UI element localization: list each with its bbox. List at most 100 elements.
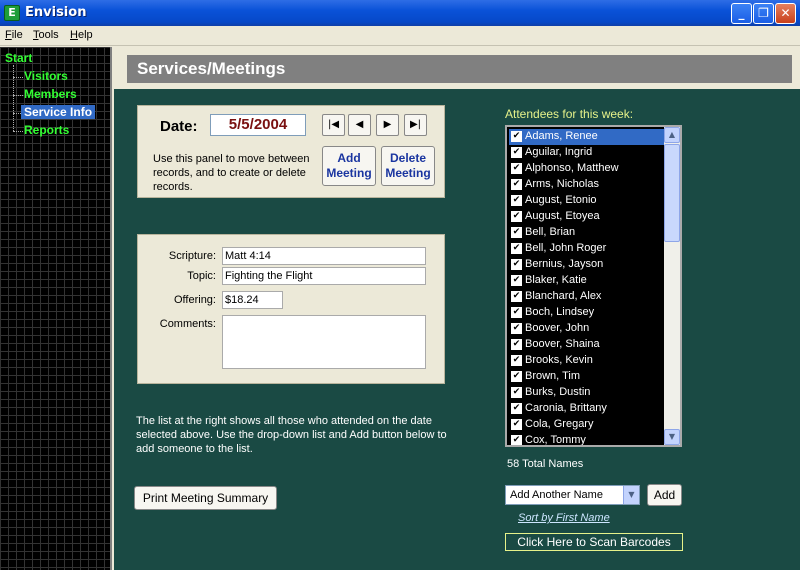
attendee-row[interactable]: ✔ Blaker, Katie <box>509 273 665 289</box>
attendees-label: Attendees for this week: <box>505 107 634 121</box>
sort-by-first-name-link[interactable]: Sort by First Name <box>518 512 610 524</box>
attendee-row[interactable]: ✔ Boch, Lindsey <box>509 305 665 321</box>
main-area: Services/Meetings Date: 5/5/2004 |◀ ◀ ▶ … <box>114 47 800 570</box>
date-field[interactable]: 5/5/2004 <box>210 114 306 136</box>
attendee-row[interactable]: ✔ Boover, Shaina <box>509 337 665 353</box>
print-summary-button[interactable]: Print Meeting Summary <box>134 486 277 510</box>
checkbox-checked-icon[interactable]: ✔ <box>511 131 522 142</box>
menu-tools[interactable]: Tools <box>33 29 59 41</box>
delete-meeting-button[interactable]: Delete Meeting <box>381 146 435 186</box>
scroll-thumb[interactable] <box>664 144 680 242</box>
checkbox-checked-icon[interactable]: ✔ <box>511 339 522 350</box>
attendee-row[interactable]: ✔ Alphonso, Matthew <box>509 161 665 177</box>
attendee-row[interactable]: ✔ Brown, Tim <box>509 369 665 385</box>
attendee-row[interactable]: ✔ Bell, John Roger <box>509 241 665 257</box>
attendee-row[interactable]: ✔ Burks, Dustin <box>509 385 665 401</box>
add-attendee-button[interactable]: Add <box>647 484 682 506</box>
close-button[interactable]: ✕ <box>775 3 796 24</box>
checkbox-checked-icon[interactable]: ✔ <box>511 403 522 414</box>
next-record-button[interactable]: ▶ <box>376 114 399 136</box>
total-names: 58 Total Names <box>507 458 584 470</box>
attendee-row[interactable]: ✔ Boover, John <box>509 321 665 337</box>
nav-item-reports[interactable]: Reports <box>24 123 69 137</box>
topic-field[interactable]: Fighting the Flight <box>222 267 426 285</box>
attendee-row[interactable]: ✔ Cola, Gregary <box>509 417 665 433</box>
attendee-list[interactable]: ✔ Cox, Tommy ✔ Cola, Gregary ✔ Caronia, Britt… <box>505 125 682 447</box>
add-name-dropdown-value: Add Another Name <box>510 489 603 501</box>
comments-field[interactable] <box>222 315 426 369</box>
attendee-row[interactable]: ✔ Bernius, Jayson <box>509 257 665 273</box>
checkbox-checked-icon[interactable]: ✔ <box>511 419 522 430</box>
checkbox-checked-icon[interactable]: ✔ <box>511 291 522 302</box>
attendee-row[interactable]: ✔ August, Etoyea <box>509 209 665 225</box>
nav-start[interactable]: Start <box>5 51 32 65</box>
attendee-row[interactable]: ✔ Caronia, Brittany <box>509 401 665 417</box>
nav-tree: Start Visitors Members Service Info Repo… <box>0 47 112 570</box>
nav-item-visitors[interactable]: Visitors <box>24 69 68 83</box>
menu-help[interactable]: Help <box>70 29 93 41</box>
maximize-button[interactable]: ❐ <box>753 3 774 24</box>
checkbox-checked-icon[interactable]: ✔ <box>511 163 522 174</box>
attendee-name: Cola, Gregary <box>525 418 594 430</box>
attendee-name: Bell, Brian <box>525 226 576 238</box>
attendee-row[interactable]: ✔ Arms, Nicholas <box>509 177 665 193</box>
attendee-name: Bell, John Roger <box>525 242 607 254</box>
app-icon: E <box>4 5 20 21</box>
first-record-button[interactable]: |◀ <box>322 114 345 136</box>
checkbox-checked-icon[interactable]: ✔ <box>511 195 522 206</box>
menu-file[interactable]: File <box>5 29 23 41</box>
attendee-name: August, Etoyea <box>525 210 600 222</box>
minimize-button[interactable]: _ <box>731 3 752 24</box>
meeting-nav-panel: Date: 5/5/2004 |◀ ◀ ▶ ▶| Use this panel … <box>137 105 445 198</box>
add-meeting-button[interactable]: Add Meeting <box>322 146 376 186</box>
last-record-button[interactable]: ▶| <box>404 114 427 136</box>
attendee-row[interactable]: ✔ Cox, Tommy <box>509 433 665 445</box>
checkbox-checked-icon[interactable]: ✔ <box>511 371 522 382</box>
checkbox-checked-icon[interactable]: ✔ <box>511 435 522 445</box>
meeting-details-panel: Scripture: Matt 4:14 Topic: Fighting the… <box>137 234 445 384</box>
header-band: Services/Meetings <box>114 47 800 89</box>
scroll-down-icon[interactable]: ▼ <box>664 429 680 445</box>
attendee-name: Aguilar, Ingrid <box>525 146 593 158</box>
attendee-name: Alphonso, Matthew <box>525 162 619 174</box>
attendee-name: Bernius, Jayson <box>525 258 604 270</box>
prev-record-button[interactable]: ◀ <box>348 114 371 136</box>
scripture-label: Scripture: <box>168 250 216 262</box>
nav-item-service-info[interactable]: Service Info <box>21 105 96 119</box>
checkbox-checked-icon[interactable]: ✔ <box>511 307 522 318</box>
add-name-dropdown[interactable]: Add Another Name ▼ <box>505 485 640 505</box>
attendee-row[interactable]: ✔ Brooks, Kevin <box>509 353 665 369</box>
window-title: Envision <box>25 5 87 20</box>
attendee-name: Blaker, Katie <box>525 274 587 286</box>
checkbox-checked-icon[interactable]: ✔ <box>511 211 522 222</box>
checkbox-checked-icon[interactable]: ✔ <box>511 387 522 398</box>
attendee-name: Boover, John <box>525 322 590 334</box>
checkbox-checked-icon[interactable]: ✔ <box>511 147 522 158</box>
checkbox-checked-icon[interactable]: ✔ <box>511 243 522 254</box>
list-scrollbar[interactable]: ▲ ▼ <box>664 127 680 445</box>
checkbox-checked-icon[interactable]: ✔ <box>511 275 522 286</box>
attendee-name: Adams, Renee <box>525 130 598 142</box>
attendee-info-text: The list at the right shows all those wh… <box>136 415 447 455</box>
nav-item-members[interactable]: Members <box>24 87 77 101</box>
offering-field[interactable]: $18.24 <box>222 291 283 309</box>
page-title: Services/Meetings <box>127 55 792 83</box>
checkbox-checked-icon[interactable]: ✔ <box>511 323 522 334</box>
topic-label: Topic: <box>187 270 216 282</box>
scan-barcodes-button[interactable]: Click Here to Scan Barcodes <box>505 533 683 551</box>
attendee-row[interactable]: ✔ Bell, Brian <box>509 225 665 241</box>
chevron-down-icon[interactable]: ▼ <box>623 486 639 504</box>
attendee-row[interactable]: ✔ Blanchard, Alex <box>509 289 665 305</box>
attendee-name: Caronia, Brittany <box>525 402 607 414</box>
scroll-up-icon[interactable]: ▲ <box>664 127 680 143</box>
scripture-field[interactable]: Matt 4:14 <box>222 247 426 265</box>
checkbox-checked-icon[interactable]: ✔ <box>511 259 522 270</box>
checkbox-checked-icon[interactable]: ✔ <box>511 355 522 366</box>
checkbox-checked-icon[interactable]: ✔ <box>511 179 522 190</box>
checkbox-checked-icon[interactable]: ✔ <box>511 227 522 238</box>
attendee-name: Arms, Nicholas <box>525 178 599 190</box>
attendee-row[interactable]: ✔ Adams, Renee <box>509 129 665 145</box>
attendee-row[interactable]: ✔ August, Etonio <box>509 193 665 209</box>
attendee-row[interactable]: ✔ Aguilar, Ingrid <box>509 145 665 161</box>
panel-help-text: Use this panel to move between records, … <box>153 153 310 193</box>
